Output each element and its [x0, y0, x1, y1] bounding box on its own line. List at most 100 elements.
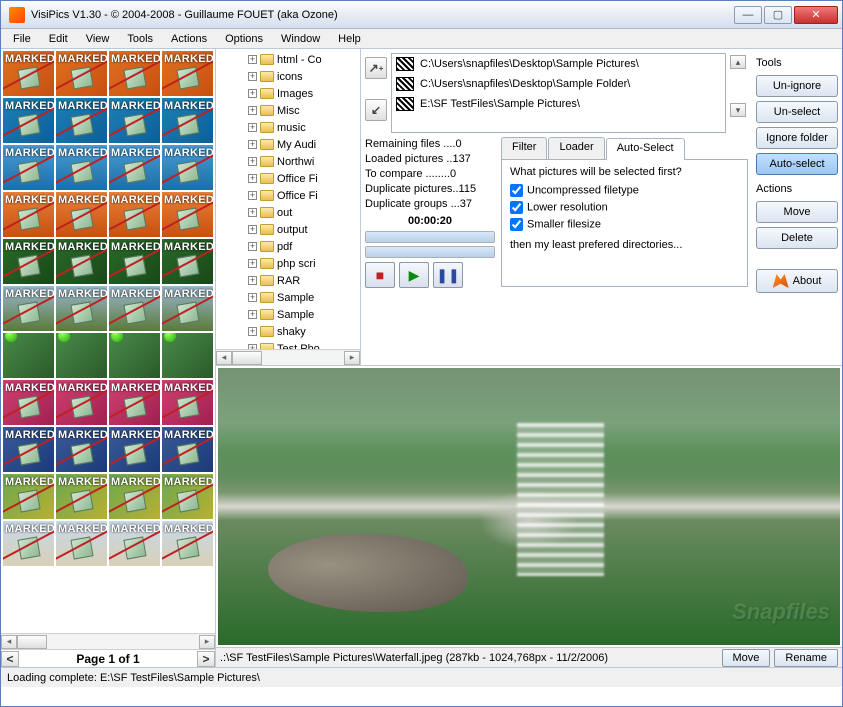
thumbnail[interactable]: MARKED — [109, 98, 160, 143]
thumbnail[interactable] — [56, 333, 107, 378]
play-button[interactable]: ▶ — [399, 262, 429, 288]
tree-item[interactable]: +music — [220, 119, 360, 136]
unignore-button[interactable]: Un-ignore — [756, 75, 838, 97]
maximize-button[interactable]: ▢ — [764, 6, 792, 24]
thumbnail[interactable]: MARKED — [162, 145, 213, 190]
thumbnail[interactable]: MARKED — [109, 145, 160, 190]
thumbnail[interactable]: MARKED — [3, 380, 54, 425]
menu-window[interactable]: Window — [273, 31, 328, 47]
thumbnail[interactable]: MARKED — [56, 427, 107, 472]
thumbnail[interactable]: MARKED — [109, 192, 160, 237]
thumbnail[interactable]: MARKED — [109, 380, 160, 425]
thumbnail[interactable] — [109, 333, 160, 378]
thumbnail[interactable]: MARKED — [56, 145, 107, 190]
thumbnail[interactable]: MARKED — [3, 427, 54, 472]
thumbnail[interactable]: MARKED — [109, 239, 160, 284]
thumbnail[interactable]: MARKED — [56, 98, 107, 143]
thumbnail[interactable]: MARKED — [109, 51, 160, 96]
thumbnail[interactable]: MARKED — [56, 192, 107, 237]
tree-item[interactable]: +Sample — [220, 289, 360, 306]
thumbnail[interactable]: MARKED — [162, 380, 213, 425]
thumbnail[interactable]: MARKED — [109, 286, 160, 331]
thumbnail[interactable]: MARKED — [3, 192, 54, 237]
thumbnail[interactable]: MARKED — [162, 51, 213, 96]
path-down-button[interactable]: ▾ — [730, 103, 746, 117]
unselect-button[interactable]: Un-select — [756, 101, 838, 123]
thumbnail[interactable]: MARKED — [162, 98, 213, 143]
ignore-folder-button[interactable]: Ignore folder — [756, 127, 838, 149]
chk-smaller-size[interactable]: Smaller filesize — [510, 218, 739, 231]
thumbnail[interactable]: MARKED — [3, 51, 54, 96]
thumbnail[interactable]: MARKED — [3, 98, 54, 143]
menu-actions[interactable]: Actions — [163, 31, 215, 47]
thumbnail[interactable]: MARKED — [162, 286, 213, 331]
tree-item[interactable]: +Office Fi — [220, 170, 360, 187]
thumbnail[interactable]: MARKED — [56, 51, 107, 96]
menu-file[interactable]: File — [5, 31, 39, 47]
close-button[interactable]: ✕ — [794, 6, 838, 24]
about-button[interactable]: About — [756, 269, 838, 293]
tree-item[interactable]: +output — [220, 221, 360, 238]
tree-item[interactable]: +My Audi — [220, 136, 360, 153]
thumbnail[interactable]: MARKED — [3, 286, 54, 331]
thumbnail[interactable]: MARKED — [109, 474, 160, 519]
tree-item[interactable]: +icons — [220, 68, 360, 85]
preview-rename-button[interactable]: Rename — [774, 649, 838, 667]
thumbnail[interactable]: MARKED — [162, 192, 213, 237]
remove-path-button[interactable]: ↙ — [365, 99, 387, 121]
tree-item[interactable]: +Sample — [220, 306, 360, 323]
tree-item[interactable]: +shaky — [220, 323, 360, 340]
thumbnail[interactable]: MARKED — [162, 474, 213, 519]
preview-move-button[interactable]: Move — [722, 649, 771, 667]
chk-lower-res[interactable]: Lower resolution — [510, 201, 739, 214]
tree-item[interactable]: +html - Co — [220, 51, 360, 68]
tree-item[interactable]: +Images — [220, 85, 360, 102]
path-item[interactable]: C:\Users\snapfiles\Desktop\Sample Pictur… — [392, 54, 725, 74]
tree-item[interactable]: +php scri — [220, 255, 360, 272]
menu-options[interactable]: Options — [217, 31, 271, 47]
thumbnail[interactable]: MARKED — [56, 474, 107, 519]
thumbnail[interactable]: MARKED — [162, 239, 213, 284]
tab-auto-select[interactable]: Auto-Select — [606, 138, 685, 160]
tree-item[interactable]: +Office Fi — [220, 187, 360, 204]
stop-button[interactable]: ■ — [365, 262, 395, 288]
page-next-button[interactable]: > — [197, 651, 215, 667]
tree-item[interactable]: +pdf — [220, 238, 360, 255]
tree-item[interactable]: +out — [220, 204, 360, 221]
tree-item[interactable]: +Northwi — [220, 153, 360, 170]
preview-image[interactable]: Snapfiles — [218, 368, 840, 645]
tab-filter[interactable]: Filter — [501, 137, 547, 159]
tab-loader[interactable]: Loader — [548, 137, 604, 159]
thumbnail[interactable]: MARKED — [3, 239, 54, 284]
path-list[interactable]: C:\Users\snapfiles\Desktop\Sample Pictur… — [391, 53, 726, 133]
thumbnail[interactable]: MARKED — [56, 380, 107, 425]
thumbnail[interactable]: MARKED — [3, 145, 54, 190]
page-prev-button[interactable]: < — [1, 651, 19, 667]
thumbnail[interactable]: MARKED — [56, 239, 107, 284]
menu-edit[interactable]: Edit — [41, 31, 76, 47]
tree-item[interactable]: +Test Pho — [220, 340, 360, 349]
auto-select-button[interactable]: Auto-select — [756, 153, 838, 175]
thumbnail[interactable] — [3, 333, 54, 378]
thumbnail[interactable]: MARKED — [3, 474, 54, 519]
thumbnail[interactable] — [162, 333, 213, 378]
pause-button[interactable]: ❚❚ — [433, 262, 463, 288]
tree-item[interactable]: +RAR — [220, 272, 360, 289]
menu-tools[interactable]: Tools — [119, 31, 161, 47]
chk-uncompressed[interactable]: Uncompressed filetype — [510, 184, 739, 197]
path-item[interactable]: E:\SF TestFiles\Sample Pictures\ — [392, 94, 725, 114]
thumbnail[interactable]: MARKED — [162, 427, 213, 472]
thumbnail[interactable]: MARKED — [109, 521, 160, 566]
h-scrollbar[interactable]: ◂▸ — [1, 633, 215, 649]
thumbnail[interactable]: MARKED — [162, 521, 213, 566]
thumbnail[interactable]: MARKED — [56, 286, 107, 331]
add-path-button[interactable]: ↗+ — [365, 57, 387, 79]
thumbnail[interactable]: MARKED — [3, 521, 54, 566]
menu-view[interactable]: View — [78, 31, 118, 47]
path-item[interactable]: C:\Users\snapfiles\Desktop\Sample Folder… — [392, 74, 725, 94]
menu-help[interactable]: Help — [330, 31, 369, 47]
path-up-button[interactable]: ▴ — [730, 55, 746, 69]
delete-button[interactable]: Delete — [756, 227, 838, 249]
minimize-button[interactable]: — — [734, 6, 762, 24]
folder-tree[interactable]: +html - Co+icons+Images+Misc+music+My Au… — [216, 51, 360, 349]
